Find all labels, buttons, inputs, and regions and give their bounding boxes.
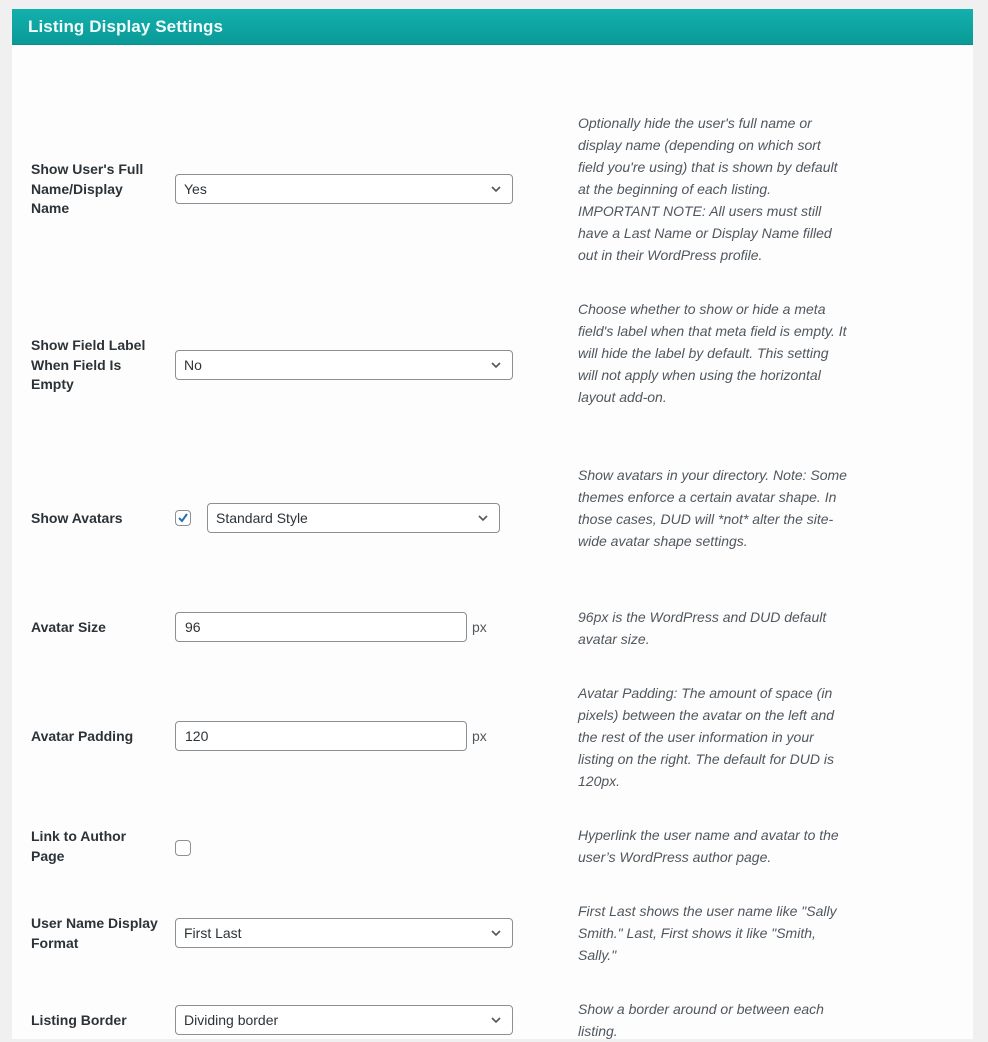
avatar-size-value: 96: [185, 619, 201, 635]
name-format-label: User Name Display Format: [31, 915, 158, 951]
full-name-label: Show User's Full Name/Display Name: [31, 161, 144, 216]
avatar-padding-input[interactable]: 120: [175, 721, 467, 751]
avatar-padding-value: 120: [185, 728, 209, 744]
listing-border-select-value: Dividing border: [184, 1012, 279, 1028]
full-name-select-value: Yes: [184, 181, 207, 197]
listing-border-select[interactable]: Dividing border: [175, 1005, 513, 1035]
author-link-checkbox[interactable]: [175, 840, 191, 856]
name-format-select[interactable]: First Last: [175, 918, 513, 948]
full-name-select[interactable]: Yes: [175, 174, 513, 204]
chevron-down-icon: [491, 930, 501, 937]
listing-border-description: Show a border around or between each lis…: [578, 1001, 824, 1039]
chevron-down-icon: [491, 362, 501, 369]
avatar-padding-label: Avatar Padding: [31, 728, 134, 744]
avatar-style-select[interactable]: Standard Style: [207, 503, 500, 533]
chevron-down-icon: [491, 1017, 501, 1024]
checkmark-icon: [178, 513, 188, 523]
avatar-size-unit: px: [472, 619, 487, 635]
author-link-description: Hyperlink the user name and avatar to th…: [578, 827, 839, 865]
avatar-size-label: Avatar Size: [31, 619, 106, 635]
avatar-style-select-value: Standard Style: [216, 510, 308, 526]
chevron-down-icon: [478, 515, 488, 522]
empty-label-select[interactable]: No: [175, 350, 513, 380]
empty-label-select-value: No: [184, 357, 202, 373]
show-avatars-description: Show avatars in your directory. Note: So…: [578, 467, 847, 549]
show-avatars-checkbox[interactable]: [175, 510, 191, 526]
listing-border-label: Listing Border: [31, 1012, 127, 1028]
avatar-padding-description: Avatar Padding: The amount of space (in …: [578, 685, 835, 789]
panel-header: Listing Display Settings: [12, 9, 973, 45]
name-format-description: First Last shows the user name like "Sal…: [578, 903, 837, 963]
listing-display-settings-panel: Listing Display Settings Show User's Ful…: [12, 9, 973, 1039]
avatar-size-input[interactable]: 96: [175, 612, 467, 642]
show-avatars-label: Show Avatars: [31, 510, 123, 526]
chevron-down-icon: [491, 186, 501, 193]
author-link-label: Link to Author Page: [31, 828, 127, 864]
avatar-size-description: 96px is the WordPress and DUD default av…: [578, 609, 827, 647]
full-name-description: Optionally hide the user's full name or …: [578, 115, 838, 263]
name-format-select-value: First Last: [184, 925, 242, 941]
avatar-padding-unit: px: [472, 728, 487, 744]
empty-label-description: Choose whether to show or hide a meta fi…: [578, 301, 847, 405]
panel-title: Listing Display Settings: [28, 16, 224, 36]
empty-label-label: Show Field Label When Field Is Empty: [31, 337, 146, 392]
